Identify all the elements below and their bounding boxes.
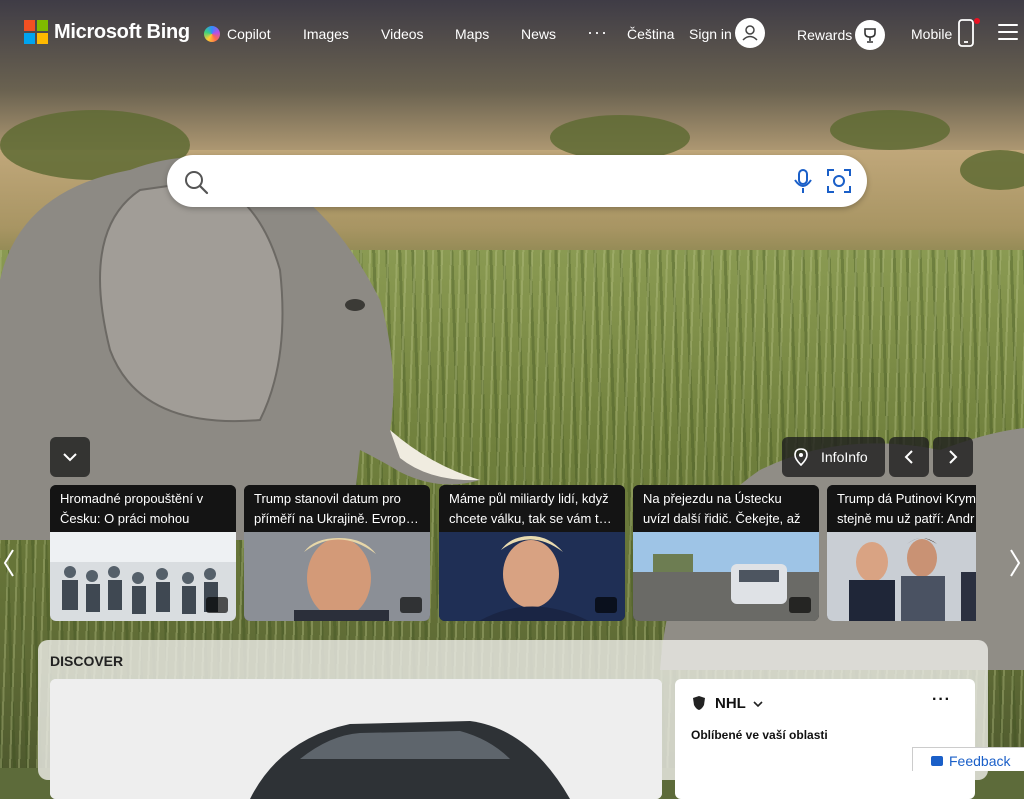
- gallery-icon: [789, 597, 811, 613]
- brand-name: Microsoft Bing: [54, 20, 190, 43]
- car-image: [50, 679, 662, 799]
- more-options-button[interactable]: ···: [932, 691, 951, 709]
- news-card[interactable]: Máme půl miliardy lidí, když chcete válk…: [439, 485, 625, 621]
- next-image-button[interactable]: [933, 437, 973, 477]
- news-card[interactable]: Trump dá Putinovi Krym stejně mu už patř…: [827, 485, 976, 621]
- chevron-down-icon: [63, 453, 77, 462]
- search-icon[interactable]: [183, 169, 209, 195]
- background-bush: [830, 110, 950, 150]
- chevron-left-icon: [904, 450, 913, 464]
- nhl-widget[interactable]: NHL ··· Oblíbené ve vaší oblasti: [675, 679, 975, 799]
- more-nav-button[interactable]: ···: [587, 22, 608, 43]
- nav-videos[interactable]: Videos: [381, 26, 424, 42]
- news-card[interactable]: Hromadné propouštění v Česku: O práci mo…: [50, 485, 236, 621]
- feedback-label: Feedback: [949, 753, 1011, 769]
- news-card-title: Trump dá Putinovi Krym stejně mu už patř…: [827, 485, 976, 532]
- rewards-link[interactable]: Rewards: [797, 27, 852, 43]
- mobile-phone-icon[interactable]: [956, 17, 980, 49]
- news-card-title: Máme půl miliardy lidí, když chcete válk…: [439, 485, 625, 532]
- collapse-news-button[interactable]: [50, 437, 90, 477]
- news-card-thumbnail: [827, 532, 976, 621]
- chevron-down-icon[interactable]: [752, 699, 764, 709]
- nhl-title: NHL: [715, 695, 746, 712]
- visual-search-icon[interactable]: [825, 167, 853, 195]
- hamburger-menu-icon[interactable]: [998, 24, 1018, 40]
- nav-images[interactable]: Images: [303, 26, 349, 42]
- language-link[interactable]: Čeština: [627, 26, 674, 42]
- discover-feature-card[interactable]: [50, 679, 662, 799]
- rewards-button[interactable]: [855, 20, 885, 50]
- microsoft-logo-icon: [24, 20, 48, 44]
- location-pin-icon: [794, 448, 808, 466]
- gallery-icon: [400, 597, 422, 613]
- discover-heading: DISCOVER: [50, 653, 124, 669]
- bing-logo[interactable]: Microsoft Bing: [24, 20, 190, 44]
- search-box: [167, 155, 867, 207]
- news-card-title: Trump stanovil datum pro příměří na Ukra…: [244, 485, 430, 532]
- nav-copilot-label: Copilot: [227, 26, 271, 42]
- nav-news[interactable]: News: [521, 26, 556, 42]
- nav-maps[interactable]: Maps: [455, 26, 489, 42]
- nhl-shield-icon: [693, 696, 705, 710]
- news-card-title: Na přejezdu na Ústecku uvízl další řidič…: [633, 485, 819, 532]
- news-card-title: Hromadné propouštění v Česku: O práci mo…: [50, 485, 236, 532]
- notification-dot: [974, 18, 980, 24]
- copilot-icon: [204, 26, 220, 42]
- image-info-button[interactable]: InfoInfo: [782, 437, 885, 477]
- news-carousel: Hromadné propouštění v Česku: O práci mo…: [50, 485, 976, 621]
- news-card[interactable]: Trump stanovil datum pro příměří na Ukra…: [244, 485, 430, 621]
- image-info-label: InfoInfo: [821, 449, 868, 465]
- mobile-link[interactable]: Mobile: [911, 26, 952, 42]
- previous-image-button[interactable]: [889, 437, 929, 477]
- carousel-prev-arrow-icon[interactable]: [2, 548, 16, 578]
- nhl-subtitle: Oblíbené ve vaší oblasti: [691, 728, 828, 742]
- discover-section: DISCOVER NHL ··· Oblíbené ve vaší oblast…: [38, 640, 988, 799]
- top-header: Microsoft Bing Copilot Images Videos Map…: [0, 0, 1024, 68]
- sign-in-link[interactable]: Sign in: [689, 26, 732, 42]
- chevron-right-icon: [949, 450, 958, 464]
- nav-copilot[interactable]: Copilot: [204, 26, 271, 42]
- gallery-icon: [595, 597, 617, 613]
- microphone-icon[interactable]: [793, 167, 813, 195]
- account-avatar-button[interactable]: [735, 18, 765, 48]
- news-card[interactable]: Na přejezdu na Ústecku uvízl další řidič…: [633, 485, 819, 621]
- carousel-next-arrow-icon[interactable]: [1008, 548, 1022, 578]
- gallery-icon: [206, 597, 228, 613]
- search-input[interactable]: [219, 163, 783, 201]
- feedback-icon: [931, 756, 943, 766]
- trophy-icon: [864, 28, 876, 43]
- background-bush: [550, 115, 690, 160]
- user-icon: [742, 25, 758, 41]
- feedback-button[interactable]: Feedback: [912, 747, 1024, 771]
